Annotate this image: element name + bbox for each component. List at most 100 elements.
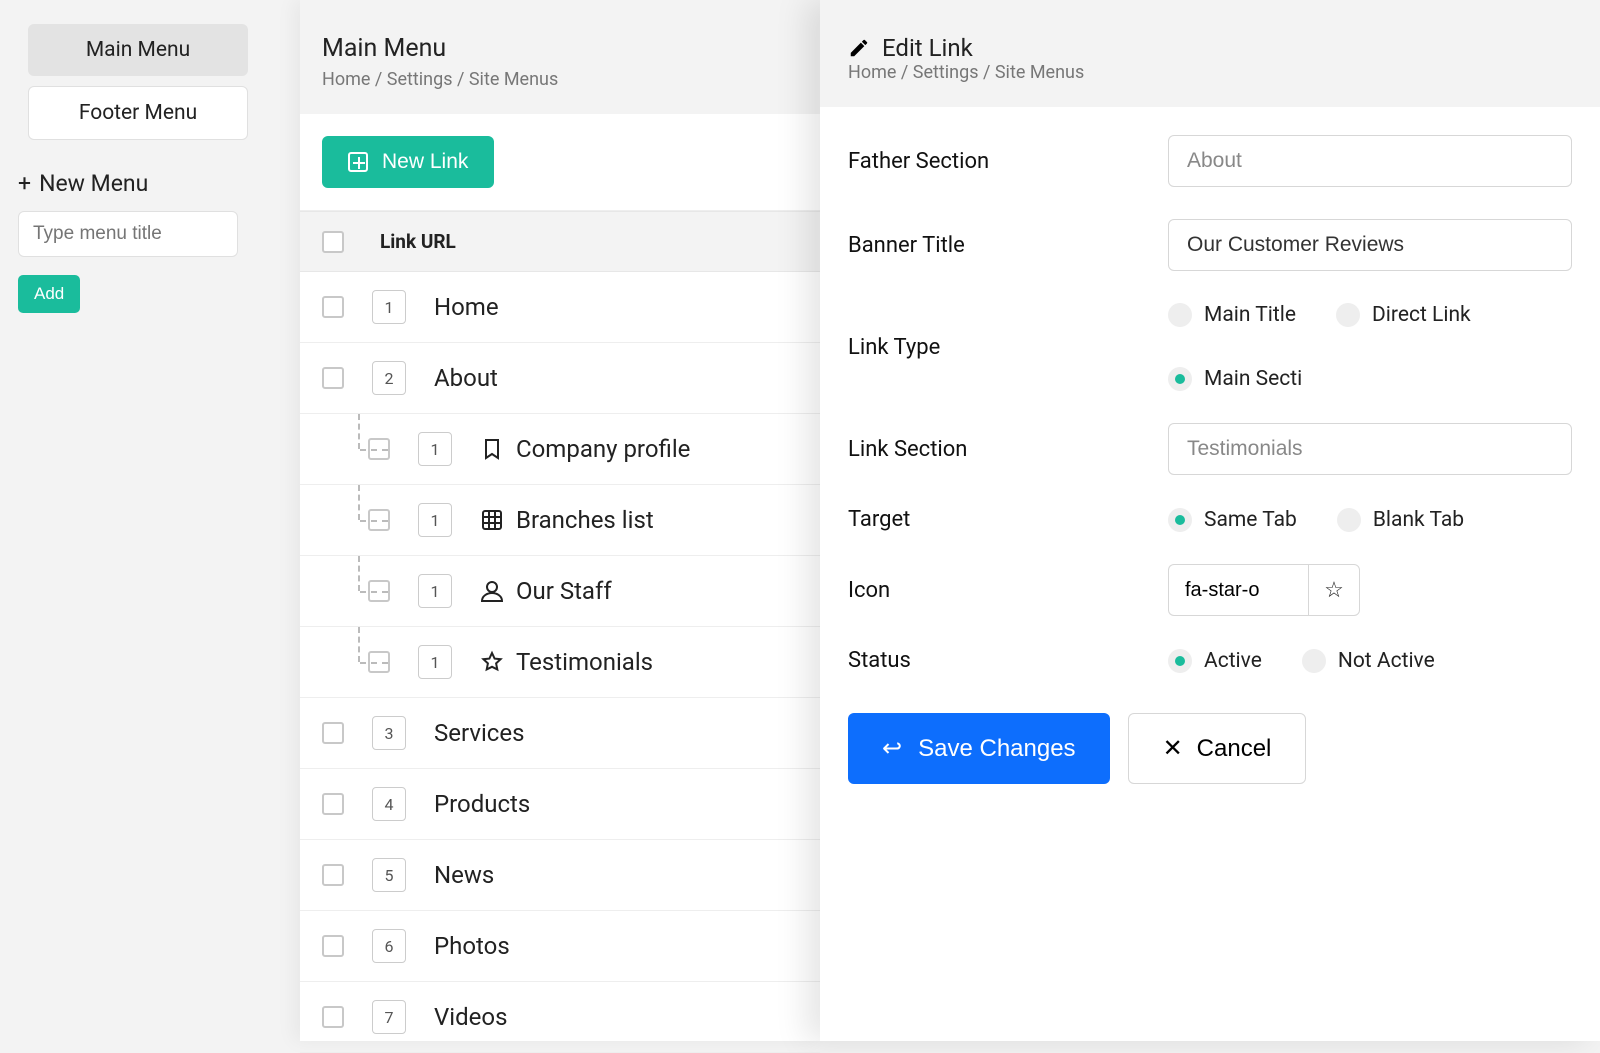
order-box[interactable]: 3 [372,716,406,750]
save-button[interactable]: ↩ Save Changes [848,713,1110,784]
link-row[interactable]: 5 News [300,840,820,911]
link-row[interactable]: 1 Company profile [300,414,820,485]
radio-dot [1336,303,1360,327]
close-icon: ✕ [1163,734,1183,763]
link-label: About [434,364,498,392]
link-label: Photos [434,932,510,960]
banner-title-input[interactable] [1168,219,1572,271]
link-label: Services [434,719,524,747]
link-text: Company profile [516,435,690,463]
link-rows: 1Home 2 About 1 Company profile 1 Branches lis… [300,272,820,1053]
row-checkbox[interactable] [322,367,344,389]
link-text: News [434,861,494,889]
menu-tab-main[interactable]: Main Menu [28,24,248,76]
link-type-option[interactable]: Main Title [1168,303,1296,327]
radio-label: Active [1204,649,1262,673]
radio-label: Blank Tab [1373,508,1464,532]
new-menu-heading: + New Menu [18,170,252,197]
tree-line [358,627,360,662]
star-outline-icon: ☆ [1324,578,1344,603]
order-box[interactable]: 4 [372,787,406,821]
new-link-bar: New Link [300,114,820,211]
link-row[interactable]: 6 Photos [300,911,820,982]
tree-line [358,414,360,449]
radio-label: Same Tab [1204,508,1297,532]
cancel-label: Cancel [1197,735,1272,763]
order-box[interactable]: 1 [418,574,452,608]
link-row[interactable]: 3 Services [300,698,820,769]
link-text: Testimonials [516,648,653,676]
menu-title-input[interactable] [18,211,238,257]
link-row[interactable]: 4 Products [300,769,820,840]
status-option[interactable]: Active [1168,649,1262,673]
square-plus-icon [348,152,368,172]
link-row[interactable]: 1 Branches list [300,485,820,556]
row-checkbox[interactable] [322,722,344,744]
label-banner-title: Banner Title [848,233,1168,258]
new-link-label: New Link [382,150,468,174]
order-box[interactable]: 1 [418,503,452,537]
label-target: Target [848,507,1168,532]
link-text: Branches list [516,506,654,534]
link-text: About [434,364,498,392]
edit-form: Father Section Banner Title Link Type Ma… [820,107,1600,812]
order-box[interactable]: 6 [372,929,406,963]
order-box[interactable]: 1 [418,432,452,466]
link-text: Services [434,719,524,747]
breadcrumb: Home / Settings / Site Menus [322,69,798,90]
order-box[interactable]: 5 [372,858,406,892]
link-label: Products [434,790,530,818]
row-checkbox[interactable] [322,864,344,886]
link-row[interactable]: 7 Videos [300,982,820,1053]
icon-input[interactable] [1168,564,1308,616]
radio-label: Main Title [1204,303,1296,327]
menu-tab-footer[interactable]: Footer Menu [28,86,248,140]
select-all-checkbox[interactable] [322,231,344,253]
radio-dot [1168,508,1192,532]
tree-line [358,556,360,591]
col-link-url: Link URL [380,230,456,253]
link-type-option[interactable]: Direct Link [1336,303,1471,327]
order-box[interactable]: 1 [418,645,452,679]
link-type-option[interactable]: Main Secti [1168,367,1302,391]
row-checkbox[interactable] [322,793,344,815]
links-panel-title: Main Menu [322,34,798,63]
link-label: Branches list [480,506,654,534]
link-row[interactable]: 1Home [300,272,820,343]
link-section-select[interactable] [1168,423,1572,475]
row-checkbox[interactable] [322,296,344,318]
row-checkbox[interactable] [322,1006,344,1028]
link-label: Videos [434,1003,507,1031]
tree-line [358,485,360,520]
link-row[interactable]: 2 About [300,343,820,414]
radio-label: Main Secti [1204,367,1302,391]
radio-dot [1168,367,1192,391]
link-text: Videos [434,1003,507,1031]
order-box[interactable]: 7 [372,1000,406,1034]
link-label: News [434,861,494,889]
link-row[interactable]: 1Our Staff [300,556,820,627]
icon-preview[interactable]: ☆ [1308,564,1360,616]
edit-header: Edit Link Home / Settings / Site Menus [820,0,1600,107]
bookmark-icon [480,437,504,461]
label-link-type: Link Type [848,335,1168,360]
add-menu-button[interactable]: Add [18,275,80,313]
radio-dot [1168,303,1192,327]
target-option[interactable]: Same Tab [1168,508,1297,532]
arrow-left-icon: ↩ [882,734,902,763]
father-section-select[interactable] [1168,135,1572,187]
cancel-button[interactable]: ✕ Cancel [1128,713,1307,784]
link-row[interactable]: 1 Testimonials [300,627,820,698]
sidebar: Main Menu Footer Menu + New Menu Add [0,0,270,1041]
status-radio-group: Active Not Active [1168,649,1572,673]
row-checkbox[interactable] [322,935,344,957]
target-option[interactable]: Blank Tab [1337,508,1464,532]
order-box[interactable]: 1 [372,290,406,324]
new-link-button[interactable]: New Link [322,136,494,188]
plus-icon: + [18,172,31,195]
pencil-icon [848,37,870,59]
order-box[interactable]: 2 [372,361,406,395]
edit-breadcrumb: Home / Settings / Site Menus [848,62,1572,83]
link-text: Products [434,790,530,818]
status-option[interactable]: Not Active [1302,649,1435,673]
